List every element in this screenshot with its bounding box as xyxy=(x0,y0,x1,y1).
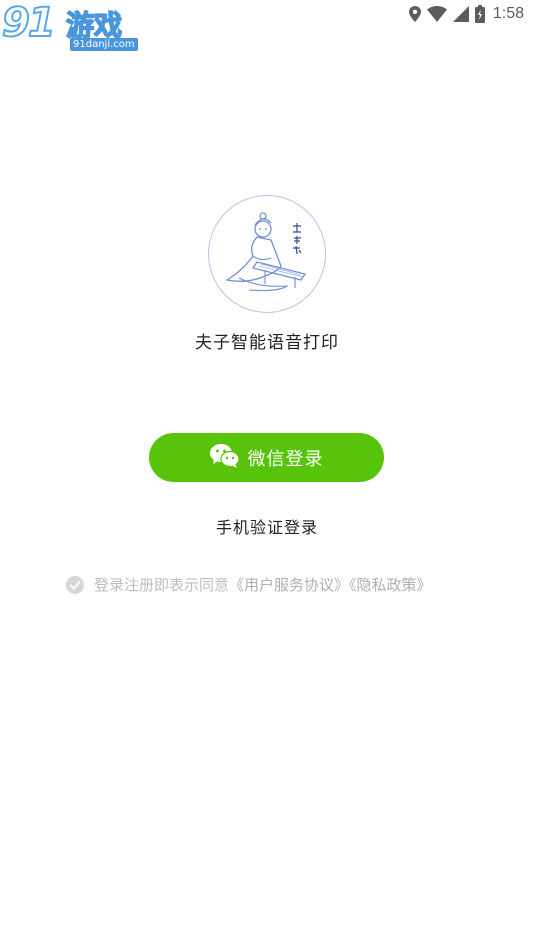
watermark-logo: 91 游戏 91danji.com xyxy=(1,0,142,54)
location-icon xyxy=(408,6,421,22)
watermark-url: 91danji.com xyxy=(70,38,138,51)
status-bar: 91 游戏 91danji.com 1:58 xyxy=(0,0,534,51)
wechat-icon xyxy=(209,443,240,473)
agreement-row: 登录注册即表示同意《用户服务协议》《隐私政策》 xyxy=(66,574,432,595)
agreement-prefix: 登录注册即表示同意 xyxy=(94,576,230,594)
agreement-checkbox[interactable] xyxy=(66,575,84,594)
app-name: 夫子智能语音打印 xyxy=(195,333,339,353)
wechat-login-label: 微信登录 xyxy=(247,448,324,470)
user-agreement-link[interactable]: 《用户服务协议》 xyxy=(229,576,349,594)
status-time: 1:58 xyxy=(492,5,524,22)
privacy-policy-link[interactable]: 《隐私政策》 xyxy=(349,576,432,594)
fuzi-logo-icon xyxy=(225,212,307,292)
phone-login-link[interactable]: 手机验证登录 xyxy=(0,514,534,538)
app-logo xyxy=(208,195,326,313)
wifi-icon xyxy=(426,6,447,22)
signal-icon xyxy=(452,6,469,22)
check-icon xyxy=(69,580,81,590)
battery-icon xyxy=(474,5,485,23)
watermark-number: 91 xyxy=(1,0,57,47)
wechat-login-button[interactable]: 微信登录 xyxy=(149,433,384,482)
status-icons: 1:58 xyxy=(408,4,524,24)
